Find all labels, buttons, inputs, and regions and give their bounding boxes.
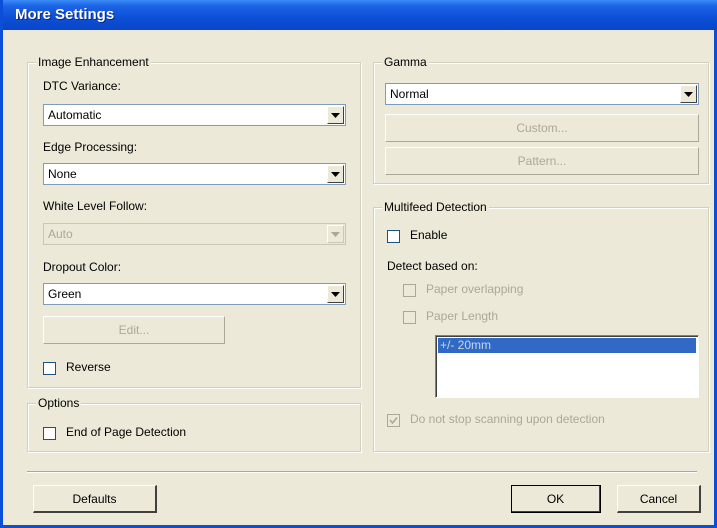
paper-overlapping-checkbox xyxy=(403,284,416,297)
reverse-label[interactable]: Reverse xyxy=(66,360,111,374)
paper-length-checkbox xyxy=(403,311,416,324)
window-title: More Settings xyxy=(15,6,115,23)
multifeed-enable-checkbox[interactable] xyxy=(387,230,400,243)
paper-overlapping-label: Paper overlapping xyxy=(426,282,524,296)
ok-button[interactable]: OK xyxy=(511,485,601,513)
dropout-color-select[interactable]: Green xyxy=(43,283,346,305)
cancel-button[interactable]: Cancel xyxy=(617,485,701,513)
options-legend: Options xyxy=(36,396,82,410)
white-level-follow-value: Auto xyxy=(48,227,73,241)
dtc-variance-label: DTC Variance: xyxy=(43,79,121,93)
paper-length-label: Paper Length xyxy=(426,309,499,323)
white-level-follow-label: White Level Follow: xyxy=(43,199,148,213)
list-item: +/- 20mm xyxy=(438,338,696,353)
chevron-down-icon[interactable] xyxy=(680,85,697,103)
title-bar[interactable]: More Settings xyxy=(3,0,717,30)
gamma-value: Normal xyxy=(390,87,429,101)
edge-processing-select[interactable]: None xyxy=(43,163,346,185)
multifeed-detection-legend: Multifeed Detection xyxy=(382,200,489,214)
do-not-stop-label: Do not stop scanning upon detection xyxy=(410,412,605,426)
chevron-down-icon xyxy=(327,225,344,243)
end-of-page-label[interactable]: End of Page Detection xyxy=(66,425,186,439)
dropout-color-label: Dropout Color: xyxy=(43,260,122,274)
pattern-button: Pattern... xyxy=(385,147,699,175)
defaults-button[interactable]: Defaults xyxy=(33,485,157,513)
do-not-stop-checkbox xyxy=(387,414,400,427)
more-settings-dialog: More Settings Image Enhancement DTC Vari… xyxy=(0,0,717,528)
dtc-variance-value: Automatic xyxy=(48,108,102,122)
chevron-down-icon[interactable] xyxy=(327,106,344,124)
multifeed-enable-label[interactable]: Enable xyxy=(410,228,447,242)
chevron-down-icon[interactable] xyxy=(327,285,344,303)
detect-based-on-label: Detect based on: xyxy=(387,259,478,273)
reverse-checkbox[interactable] xyxy=(43,362,56,375)
image-enhancement-legend: Image Enhancement xyxy=(36,55,151,69)
gamma-select[interactable]: Normal xyxy=(385,83,699,105)
paper-length-listbox: +/- 20mm xyxy=(435,335,699,398)
dropout-color-value: Green xyxy=(48,287,82,301)
custom-button: Custom... xyxy=(385,114,699,142)
edge-processing-value: None xyxy=(48,167,77,181)
edge-processing-label: Edge Processing: xyxy=(43,140,138,154)
white-level-follow-select: Auto xyxy=(43,223,346,245)
gamma-legend: Gamma xyxy=(382,55,429,69)
footer-divider xyxy=(27,471,697,473)
dtc-variance-select[interactable]: Automatic xyxy=(43,104,346,126)
end-of-page-checkbox[interactable] xyxy=(43,427,56,440)
chevron-down-icon[interactable] xyxy=(327,165,344,183)
edit-button: Edit... xyxy=(43,316,225,344)
checkmark-icon xyxy=(389,416,398,425)
